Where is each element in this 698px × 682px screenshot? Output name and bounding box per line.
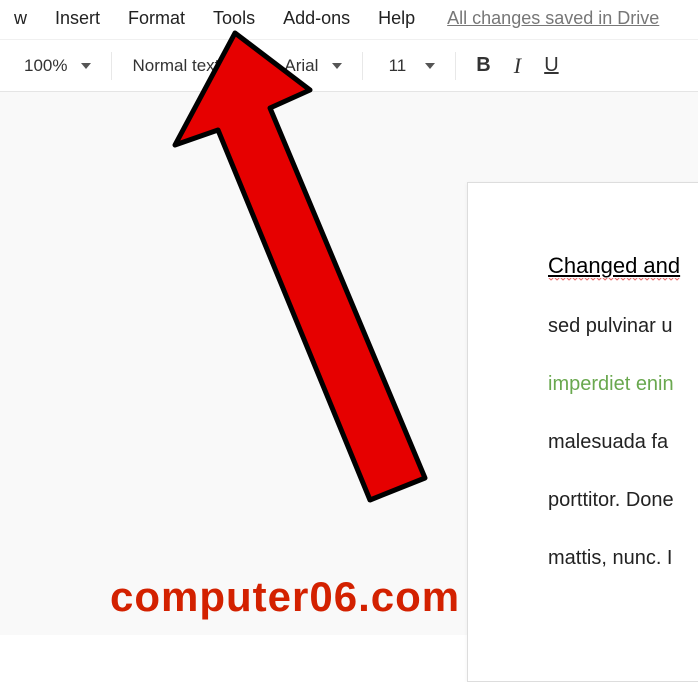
separator (111, 52, 112, 80)
document-line[interactable]: porttitor. Done (548, 485, 698, 515)
separator (362, 52, 363, 80)
menu-addons[interactable]: Add-ons (269, 4, 364, 33)
toolbar: 100% Normal text Arial 11 B I U (0, 40, 698, 92)
menu-bar: w Insert Format Tools Add-ons Help All c… (0, 0, 698, 40)
style-value: Normal text (132, 56, 219, 76)
document-canvas[interactable]: Changed and sed pulvinar u imperdiet eni… (0, 92, 698, 635)
document-line-suggestion[interactable]: imperdiet enin (548, 369, 698, 399)
chevron-down-icon (425, 63, 435, 69)
document-line[interactable]: malesuada fa (548, 427, 698, 457)
save-status[interactable]: All changes saved in Drive (447, 8, 659, 29)
separator (455, 52, 456, 80)
chevron-down-icon (81, 63, 91, 69)
menu-insert[interactable]: Insert (41, 4, 114, 33)
menu-format[interactable]: Format (114, 4, 199, 33)
zoom-value: 100% (24, 56, 67, 76)
menu-view[interactable]: w (0, 4, 41, 33)
italic-button[interactable]: I (500, 49, 534, 83)
font-size-dropdown[interactable]: 11 (373, 52, 445, 80)
underline-button[interactable]: U (534, 49, 568, 83)
chevron-down-icon (233, 63, 243, 69)
menu-help[interactable]: Help (364, 4, 429, 33)
document-page[interactable]: Changed and sed pulvinar u imperdiet eni… (467, 182, 698, 682)
watermark-text: computer06.com (110, 573, 460, 621)
menu-tools[interactable]: Tools (199, 4, 269, 33)
document-line[interactable]: sed pulvinar u (548, 311, 698, 341)
font-value: Arial (284, 56, 318, 76)
document-heading[interactable]: Changed and (548, 253, 680, 283)
document-line[interactable]: mattis, nunc. I (548, 543, 698, 573)
font-family-dropdown[interactable]: Arial (274, 52, 352, 80)
paragraph-style-dropdown[interactable]: Normal text (122, 52, 253, 80)
chevron-down-icon (332, 63, 342, 69)
separator (263, 52, 264, 80)
font-size-value: 11 (383, 56, 411, 76)
bold-button[interactable]: B (466, 49, 500, 83)
zoom-dropdown[interactable]: 100% (14, 52, 101, 80)
